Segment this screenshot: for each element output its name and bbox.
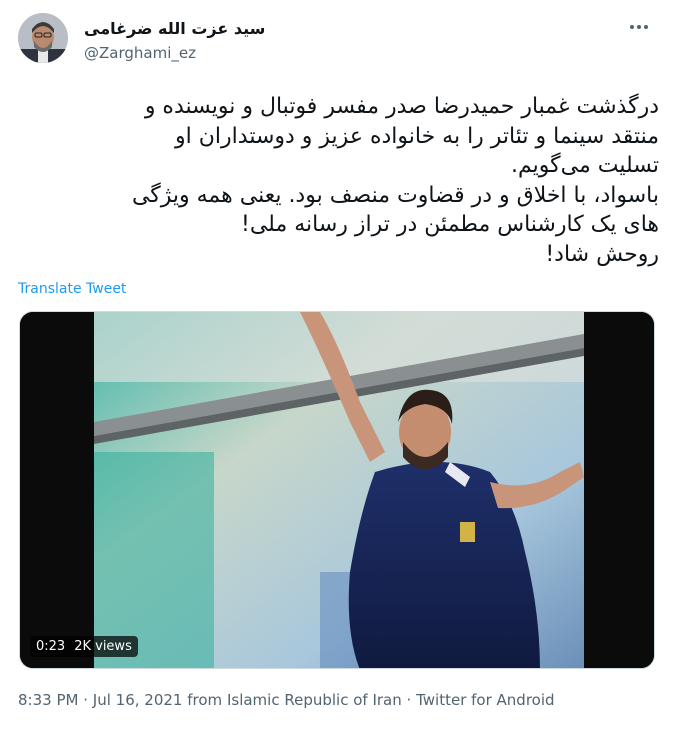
tweet-text-line: تسلیت می‌گویم. (511, 153, 659, 178)
tweet-text-line: منتقد سینما و تئاتر را به خانواده عزیز و… (175, 123, 659, 149)
avatar-photo-icon (18, 13, 68, 63)
video-info-badge: 0:23 2K views (30, 636, 138, 657)
meta-separator: · (83, 691, 89, 709)
tweet-text: درگذشت غمبار حمیدرضا صدر مفسر فوتبال و ن… (20, 92, 659, 269)
tweet-date[interactable]: Jul 16, 2021 (93, 691, 183, 709)
author-handle[interactable]: @Zarghami_ez (84, 44, 196, 62)
tweet-location[interactable]: Islamic Republic of Iran (227, 691, 402, 709)
tweet-text-line: روحش شاد! (545, 241, 659, 267)
tweet-client[interactable]: Twitter for Android (416, 691, 554, 709)
tweet-time[interactable]: 8:33 PM (18, 691, 78, 709)
meta-separator: · (406, 691, 412, 709)
video-frame (20, 312, 654, 668)
tweet-text-line: های یک کارشناس مطمئن در تراز رسانه ملی! (241, 212, 659, 237)
author-avatar[interactable] (18, 13, 68, 63)
tweet-card: سید عزت الله ضرغامی @Zarghami_ez درگذشت … (0, 0, 677, 732)
video-player[interactable]: 0:23 2K views (19, 311, 655, 669)
meta-from-prefix: from (187, 691, 223, 709)
video-duration: 0:23 (36, 639, 66, 654)
translate-tweet-link[interactable]: Translate Tweet (18, 281, 126, 297)
tweet-metadata: 8:33 PM · Jul 16, 2021 from Islamic Repu… (18, 691, 555, 709)
tweet-text-line: درگذشت غمبار حمیدرضا صدر مفسر فوتبال و ن… (144, 94, 659, 119)
more-options-icon[interactable] (621, 13, 657, 41)
video-views: 2K views (74, 639, 132, 654)
author-display-name[interactable]: سید عزت الله ضرغامی (84, 19, 265, 38)
tweet-text-line: باسواد، با اخلاق و در قضاوت منصف بود. یع… (131, 182, 659, 208)
